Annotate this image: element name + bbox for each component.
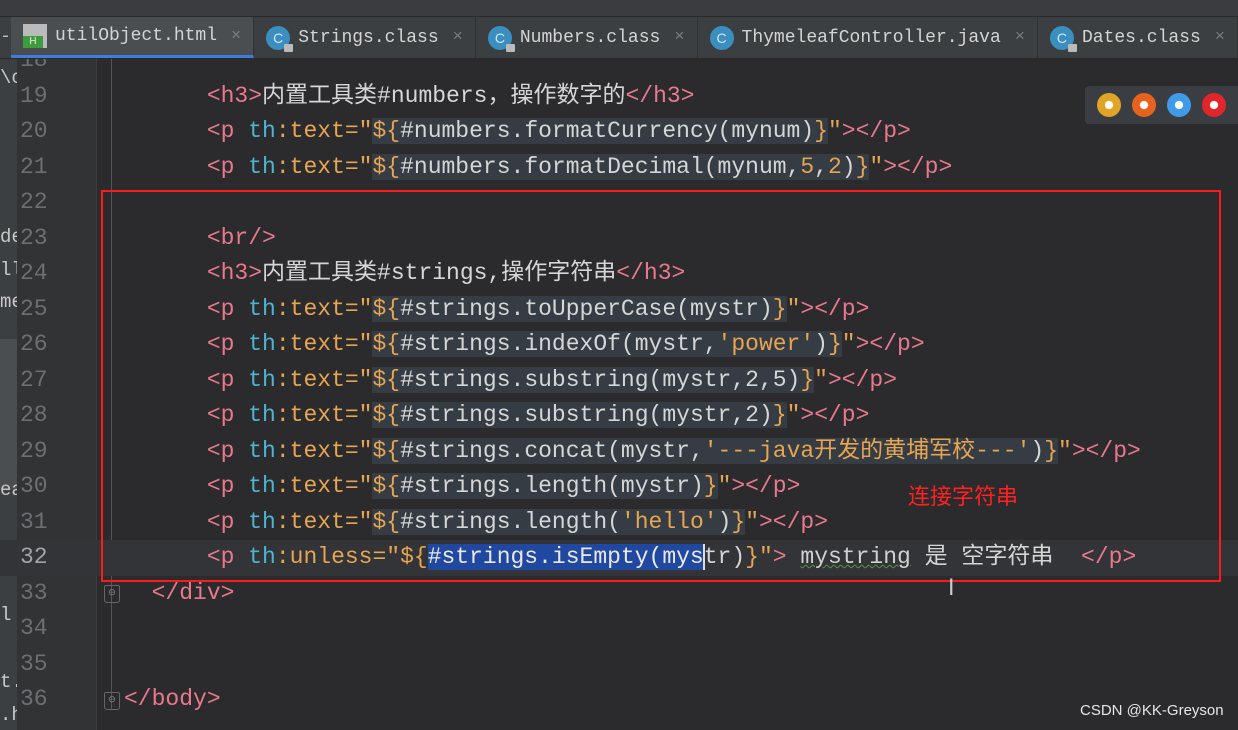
token-tag: </body> [124,686,221,712]
token-tag: </div> [151,579,235,606]
token-attr: :text=" [275,118,373,144]
token-attr: " [827,118,842,144]
token-tag: <p [206,118,249,144]
code-line[interactable]: 21 <p th:text="${#numbers.formatDecimal(… [0,150,1238,186]
close-icon[interactable]: × [1215,28,1225,47]
class-file-icon: C [1049,25,1077,52]
chrome-icon[interactable] [1097,93,1121,117]
tab-label: ThymeleafController.java [741,27,1001,48]
class-file-icon: C [487,25,515,52]
token-ns: th [248,153,276,180]
code-line[interactable]: 36 </body> [0,682,1238,718]
annotation-box [101,190,1221,582]
html-file-icon: H [23,24,47,48]
firefox-icon[interactable] [1132,93,1156,117]
token-exprd: } [855,153,870,180]
annotation-text: 连接字符串 [908,485,1019,510]
opera-icon[interactable] [1202,93,1226,117]
editor-tab-bar: - HutilObject.html × C Strings.class × C Numbe… [0,17,1238,59]
class-file-icon: C [266,25,294,52]
navigation-bar [0,0,1238,17]
tab-dates-class[interactable]: C Dates.class × [1038,17,1238,58]
token-attr: " [869,153,884,180]
line-number: 19 [20,82,48,109]
line-number: 24 [20,260,48,286]
tab-thymeleafcontroller-java[interactable]: C ThymeleafController.java × [698,17,1038,58]
token-expr: #numbers.formatDecimal(mynum, [400,153,801,180]
token-expr: ) [841,153,856,180]
tab-label: Dates.class [1081,27,1201,48]
line-number: 32 [20,544,48,570]
line-number: 22 [20,189,48,215]
tab-label: Strings.class [298,27,439,48]
close-icon[interactable]: × [231,27,241,46]
code-line[interactable]: 18 [0,59,1238,79]
code-text[interactable]: <p th:text="${#numbers.formatCurrency(my… [124,114,911,150]
token-expr: , [814,153,828,180]
token-expr: #numbers.formatCurrency(mynum) [400,118,815,144]
close-icon[interactable]: × [1015,28,1025,47]
token-tag: </h3> [625,82,695,109]
token-str: 5 [800,153,815,180]
tab-label: Numbers.class [519,27,661,48]
token-exprd: ${ [372,118,401,144]
code-line[interactable]: 35 [0,647,1238,683]
token-exprd: ${ [372,153,401,180]
code-line[interactable]: 34 [0,611,1238,647]
tab-strings-class[interactable]: C Strings.class × [254,17,476,58]
token-tag: <p [206,153,249,180]
line-number: 18 [20,59,48,73]
line-number: 20 [20,118,48,144]
code-text[interactable]: <h3>内置工具类#numbers，操作数字的</h3> [124,79,695,115]
java-class-icon: C [709,25,734,50]
tab-utilobject-html[interactable]: HutilObject.html × [11,17,255,58]
line-number: 27 [20,366,48,393]
close-icon[interactable]: × [453,28,463,47]
line-number: 23 [20,224,48,251]
line-number: 31 [20,508,48,535]
line-number: 28 [20,402,48,428]
line-number: 29 [20,437,48,464]
token-tag: <h3> [206,82,263,109]
browser-preview-popup [1085,86,1238,124]
tab-scroll-left[interactable]: - [0,17,11,58]
fold-icon[interactable]: ⊖ [104,692,120,710]
token-exprd: } [814,118,828,144]
token-ns: th [248,118,276,144]
safari-icon[interactable] [1167,93,1191,117]
line-number: 35 [20,650,48,677]
line-number: 25 [20,295,48,322]
line-number: 34 [20,615,48,641]
token-tag: ></p> [841,118,911,144]
code-line[interactable]: 19 <h3>内置工具类#numbers，操作数字的</h3> [0,79,1238,115]
watermark: CSDN @KK-Greyson [1080,702,1224,719]
line-number: 33 [20,579,48,606]
code-line[interactable]: 20 <p th:text="${#numbers.formatCurrency… [0,114,1238,150]
close-icon[interactable]: × [674,28,684,47]
tab-label: utilObject.html [55,26,218,46]
token-str: 2 [827,153,842,180]
line-number: 26 [20,331,48,357]
text-cursor-icon: I [948,576,955,601]
code-text[interactable]: </body> [124,682,221,718]
token-text: 内置工具类#numbers，操作数字的 [262,82,626,109]
line-number: 36 [20,686,48,712]
tab-numbers-class[interactable]: C Numbers.class × [476,17,698,58]
token-attr: :text=" [275,153,373,180]
fold-icon[interactable]: ⊖ [104,585,120,603]
line-number: 21 [20,153,48,180]
code-text[interactable]: <p th:text="${#numbers.formatDecimal(myn… [124,150,952,186]
token-tag: ></p> [883,153,953,180]
line-number: 30 [20,473,48,499]
